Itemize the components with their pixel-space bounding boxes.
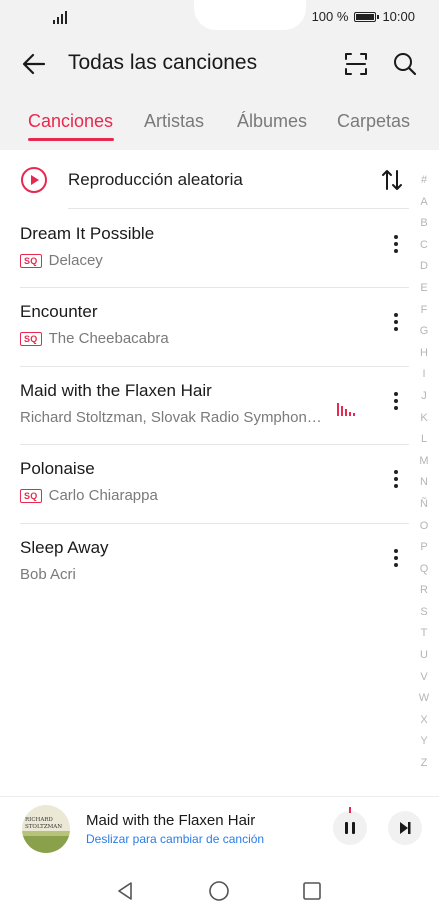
alpha-index-letter[interactable]: O (412, 516, 436, 538)
alpha-index-letter[interactable]: Q (412, 559, 436, 581)
nav-home-icon[interactable] (208, 880, 230, 902)
alpha-index-letter[interactable]: P (412, 537, 436, 559)
sort-icon[interactable] (378, 166, 406, 194)
more-options-icon[interactable] (386, 546, 406, 576)
alpha-index-letter[interactable]: U (412, 645, 436, 667)
song-row[interactable]: Encounter SQ The Cheebacabra (0, 288, 412, 366)
alphabet-index[interactable]: # A B C D E F G H I J K L M N Ñ O P Q R S T U V W X Y Z (412, 170, 436, 775)
song-title: Dream It Possible (20, 224, 155, 243)
playback-progress-marker (349, 807, 351, 813)
tab-carpetas[interactable]: Carpetas (337, 111, 410, 132)
alpha-index-letter[interactable]: L (412, 429, 436, 451)
page-title: Todas las canciones (68, 51, 258, 74)
status-right: 100 % 10:00 (312, 9, 415, 24)
nav-recents-icon[interactable] (301, 880, 323, 902)
alpha-index-letter[interactable]: D (412, 256, 436, 278)
alpha-index-letter[interactable]: C (412, 235, 436, 257)
app-header: Todas las canciones (0, 40, 439, 88)
alpha-index-letter[interactable]: I (412, 364, 436, 386)
alpha-index-letter[interactable]: N (412, 472, 436, 494)
cover-text-1: RICHARD (25, 817, 53, 823)
sq-badge: SQ (20, 331, 42, 346)
pause-icon (345, 822, 355, 834)
next-track-icon (400, 822, 411, 834)
tab-artistas[interactable]: Artistas (144, 111, 204, 132)
song-subtitle: Richard Stoltzman, Slovak Radio Symphon… (20, 409, 322, 426)
song-subtitle: SQ Delacey (20, 252, 103, 269)
play-circle-icon (21, 167, 47, 193)
alpha-index-letter[interactable]: V (412, 667, 436, 689)
alpha-index-letter[interactable]: X (412, 710, 436, 732)
next-track-button[interactable] (388, 811, 422, 845)
alpha-index-letter[interactable]: Ñ (412, 494, 436, 516)
search-icon[interactable] (389, 48, 421, 80)
player-swipe-hint: Deslizar para cambiar de canción (86, 832, 265, 846)
battery-percent: 100 % (311, 9, 349, 24)
now-playing-equalizer-icon (337, 403, 355, 416)
tab-albumes[interactable]: Álbumes (237, 111, 307, 132)
scan-icon[interactable] (340, 48, 372, 80)
song-artist: Carlo Chiarappa (48, 487, 158, 504)
cover-text-2: STOLTZMAN (25, 824, 62, 830)
song-subtitle: SQ Carlo Chiarappa (20, 487, 158, 504)
alpha-index-letter[interactable]: S (412, 602, 436, 624)
active-tab-indicator (28, 138, 114, 141)
song-artist: Bob Acri (20, 566, 76, 583)
player-track-title: Maid with the Flaxen Hair (86, 812, 256, 829)
back-arrow-icon[interactable] (18, 48, 50, 80)
alpha-index-letter[interactable]: H (412, 343, 436, 365)
song-artist: Delacey (48, 252, 103, 269)
music-app-screen: 100 % 10:00 Todas las canciones Cancione… (0, 0, 439, 914)
battery-icon (354, 11, 380, 22)
more-options-icon[interactable] (386, 232, 406, 262)
alpha-index-letter[interactable]: M (412, 451, 436, 473)
more-options-icon[interactable] (386, 389, 406, 419)
mini-player[interactable]: RICHARD STOLTZMAN Maid with the Flaxen H… (0, 796, 439, 859)
song-row[interactable]: Sleep Away Bob Acri (0, 524, 412, 602)
song-title: Encounter (20, 302, 98, 321)
alpha-index-letter[interactable]: Z (412, 753, 436, 775)
divider (68, 208, 409, 209)
song-row[interactable]: Polonaise SQ Carlo Chiarappa (0, 445, 412, 523)
more-options-icon[interactable] (386, 310, 406, 340)
alpha-index-letter[interactable]: T (412, 623, 436, 645)
song-row-now-playing[interactable]: Maid with the Flaxen Hair Richard Stoltz… (0, 367, 412, 445)
clock: 10:00 (382, 9, 415, 24)
alpha-index-letter[interactable]: E (412, 278, 436, 300)
shuffle-play-row[interactable]: Reproducción aleatoria (0, 156, 412, 206)
alpha-index-letter[interactable]: R (412, 580, 436, 602)
song-title: Maid with the Flaxen Hair (20, 381, 212, 400)
alpha-index-letter[interactable]: G (412, 321, 436, 343)
nav-back-icon[interactable] (114, 880, 136, 902)
alpha-index-letter[interactable]: K (412, 408, 436, 430)
song-artist: The Cheebacabra (48, 330, 169, 347)
album-cover-art: RICHARD STOLTZMAN (22, 805, 70, 853)
signal-icon (53, 11, 67, 24)
system-nav-bar (0, 866, 439, 914)
song-subtitle: Bob Acri (20, 566, 76, 583)
alpha-index-letter[interactable]: A (412, 192, 436, 214)
alpha-index-letter[interactable]: # (412, 170, 436, 192)
sq-badge: SQ (20, 488, 42, 503)
tab-canciones[interactable]: Canciones (28, 111, 113, 132)
song-title: Polonaise (20, 459, 95, 478)
status-bar: 100 % 10:00 (0, 0, 439, 34)
song-row[interactable]: Dream It Possible SQ Delacey (0, 210, 412, 288)
alpha-index-letter[interactable]: W (412, 688, 436, 710)
pause-button[interactable] (333, 811, 367, 845)
alpha-index-letter[interactable]: Y (412, 731, 436, 753)
album-cover[interactable]: RICHARD STOLTZMAN (22, 805, 70, 853)
song-title: Sleep Away (20, 538, 109, 557)
alpha-index-letter[interactable]: J (412, 386, 436, 408)
alpha-index-letter[interactable]: F (412, 300, 436, 322)
more-options-icon[interactable] (386, 467, 406, 497)
sq-badge: SQ (20, 253, 42, 268)
shuffle-label: Reproducción aleatoria (68, 170, 243, 189)
alpha-index-letter[interactable]: B (412, 213, 436, 235)
song-subtitle: SQ The Cheebacabra (20, 330, 169, 347)
tab-bar: Canciones Artistas Álbumes Carpetas (0, 108, 439, 148)
song-artist: Richard Stoltzman, Slovak Radio Symphon… (20, 409, 322, 426)
